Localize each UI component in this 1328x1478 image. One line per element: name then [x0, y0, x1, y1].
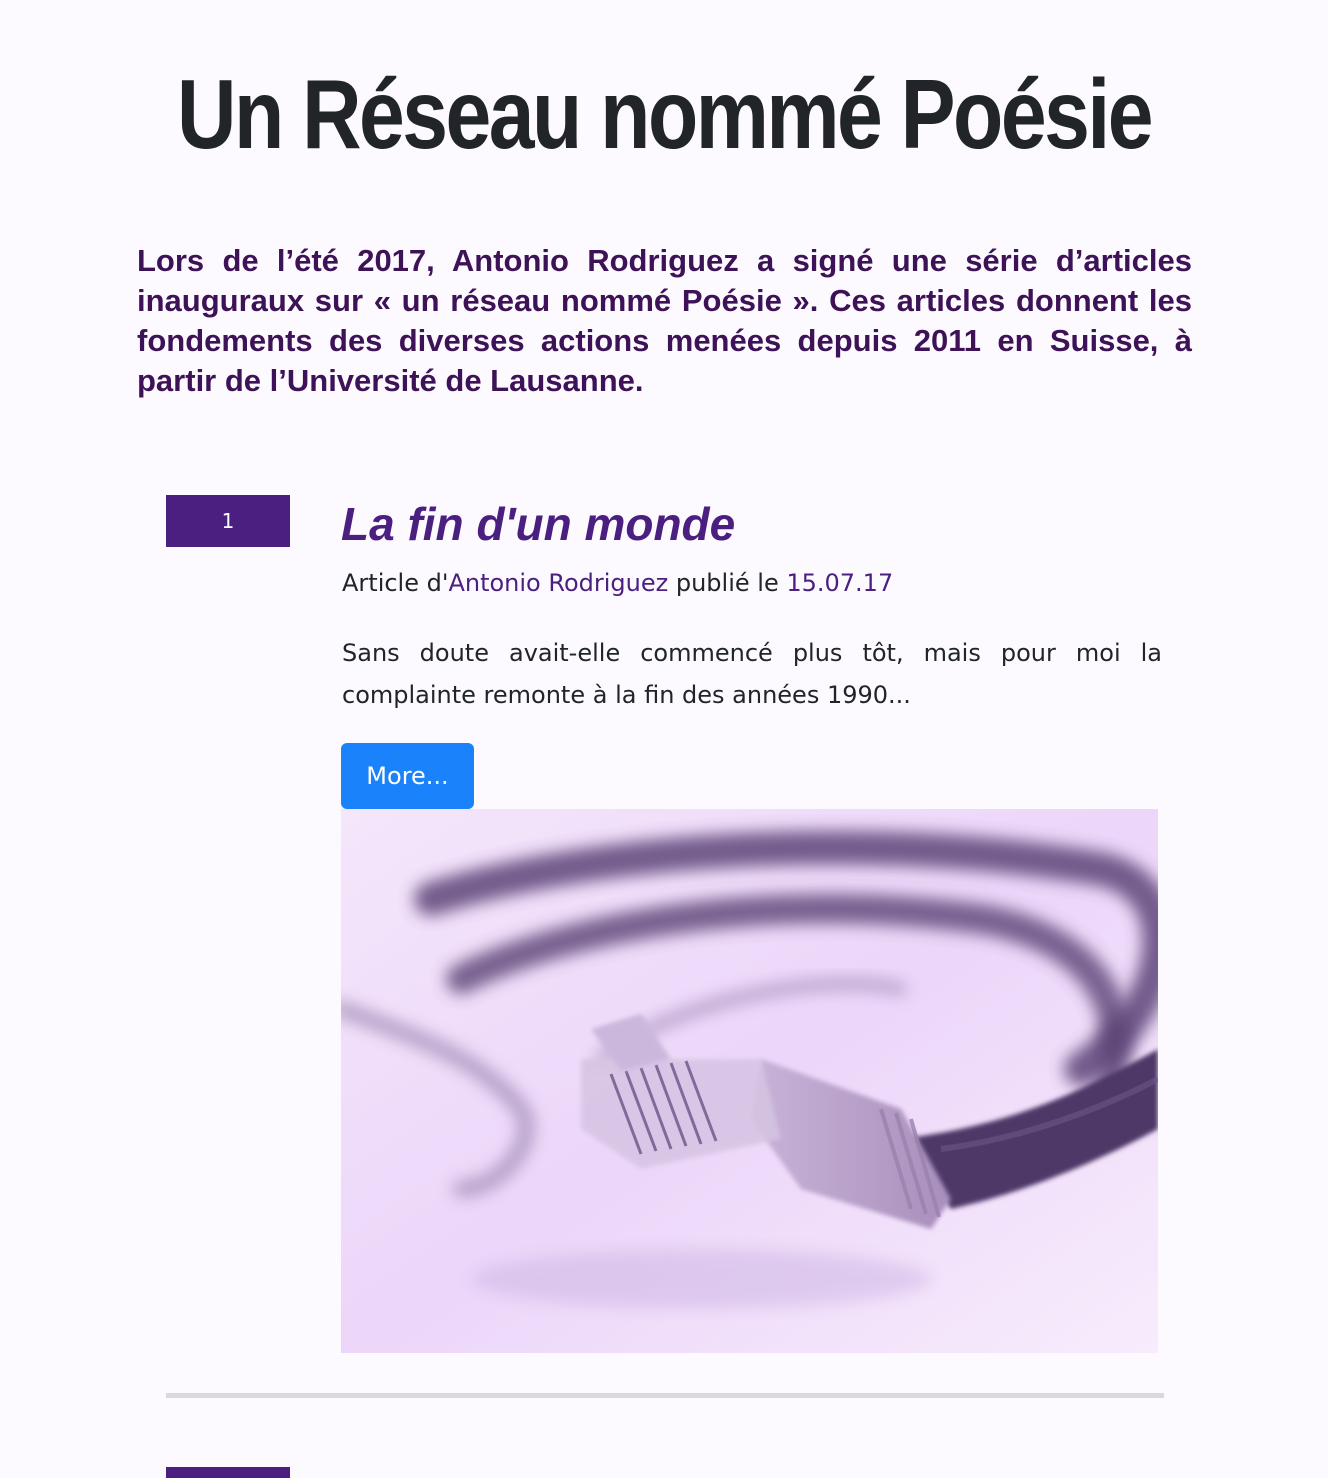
article-image[interactable]: [341, 809, 1158, 1353]
article-divider: [166, 1393, 1164, 1398]
date-link[interactable]: 15.07.17: [786, 569, 893, 597]
more-button[interactable]: More...: [341, 743, 474, 809]
article-excerpt: Sans doute avait-elle commencé plus tôt,…: [342, 639, 1162, 709]
author-link[interactable]: Antonio Rodriguez: [448, 569, 668, 597]
site-title: Un Réseau nommé Poésie: [177, 59, 1153, 169]
byline-middle: publié le: [668, 569, 787, 597]
intro-text: Lors de l’été 2017, Antonio Rodriguez a …: [137, 243, 1192, 398]
byline-prefix: Article d': [342, 569, 449, 597]
article-number-badge: 1: [166, 495, 290, 547]
article-title[interactable]: La fin d'un monde: [341, 493, 735, 555]
next-article-number-badge: [166, 1467, 290, 1478]
article-byline: Article d'Antonio Rodriguez publié le 15…: [342, 566, 893, 600]
